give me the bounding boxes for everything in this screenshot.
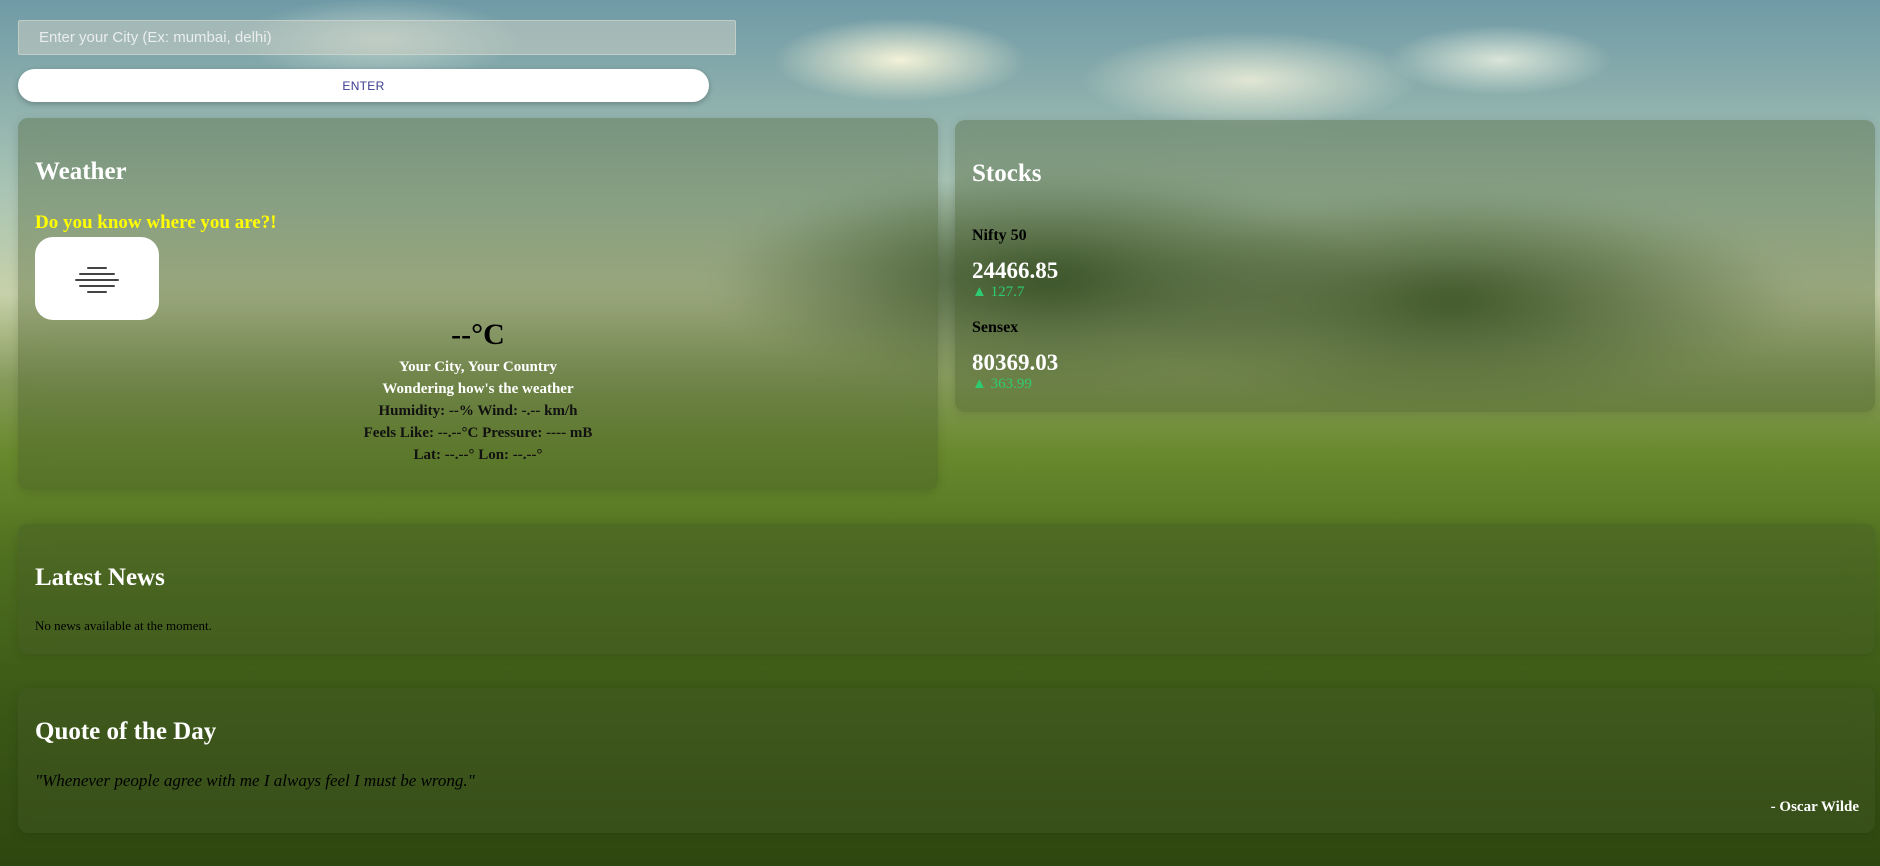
weather-card: Weather Do you know where you are?! --°C… xyxy=(18,118,938,490)
quote-author: - Oscar Wilde xyxy=(1770,799,1859,815)
stock-value: 80369.03 xyxy=(972,350,1059,375)
location: Your City, Your Country xyxy=(398,359,558,375)
weather-info: --°C Your City, Your Country Wondering h… xyxy=(18,318,938,466)
weather-description: Wondering how's the weather xyxy=(382,381,574,397)
weather-title: Weather xyxy=(35,158,127,185)
stocks-title: Stocks xyxy=(972,160,1042,187)
quote-card: Quote of the Day "Whenever people agree … xyxy=(18,688,1875,833)
stock-item-sensex: Sensex 80369.03 ▲ 363.99 xyxy=(972,319,1058,393)
stock-change: ▲ 127.7 xyxy=(972,284,1025,300)
stock-item-nifty: Nifty 50 24466.85 ▲ 127.7 xyxy=(972,227,1058,301)
mist-icon xyxy=(75,265,119,293)
news-card: Latest News No news available at the mom… xyxy=(18,524,1875,654)
feels-like-pressure: Feels Like: --.--°C Pressure: ---- mB xyxy=(363,425,593,441)
stock-name: Nifty 50 xyxy=(972,227,1027,244)
stock-change: ▲ 363.99 xyxy=(972,376,1032,392)
news-title: Latest News xyxy=(35,564,165,591)
stocks-card: Stocks Nifty 50 24466.85 ▲ 127.7 Sensex … xyxy=(955,120,1875,412)
quote-title: Quote of the Day xyxy=(35,718,217,745)
weather-icon-box xyxy=(35,237,159,320)
city-search-input[interactable] xyxy=(18,20,736,55)
quote-text: "Whenever people agree with me I always … xyxy=(35,771,475,790)
lat-lon: Lat: --.--° Lon: --.--° xyxy=(413,447,543,463)
humidity-wind: Humidity: --% Wind: -.-- km/h xyxy=(378,403,578,419)
temperature: --°C xyxy=(451,318,505,351)
news-empty-message: No news available at the moment. xyxy=(35,618,212,633)
stock-value: 24466.85 xyxy=(972,258,1059,283)
enter-button[interactable]: ENTER xyxy=(18,69,709,102)
weather-tip: Do you know where you are?! xyxy=(35,212,277,233)
stock-name: Sensex xyxy=(972,319,1019,336)
